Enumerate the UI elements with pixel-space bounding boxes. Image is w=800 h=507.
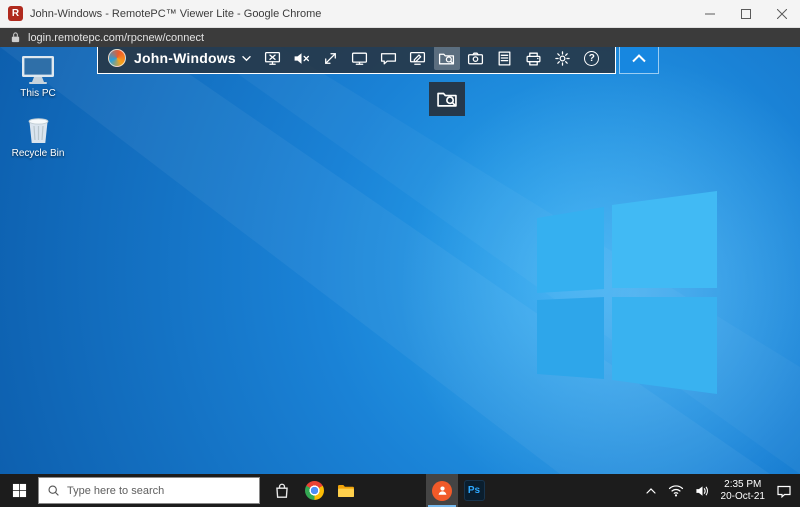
start-button[interactable] — [0, 474, 38, 507]
taskbar: Ps 2:35 PM 20-Oct-21 — [0, 474, 800, 507]
clock-time: 2:35 PM — [721, 479, 765, 491]
session-notes-button[interactable] — [492, 47, 518, 70]
minimize-icon — [705, 9, 715, 19]
help-button[interactable]: ? — [579, 47, 605, 70]
address-bar[interactable]: login.remotepc.com/rpcnew/connect — [0, 28, 800, 47]
chrome-icon — [305, 481, 324, 500]
screenshot-icon — [467, 50, 484, 67]
toolbar-icon-group: ? — [260, 47, 605, 70]
microsoft-store-icon — [273, 482, 291, 500]
host-name: John-Windows — [134, 50, 236, 66]
wifi-icon — [668, 484, 684, 497]
file-transfer-button[interactable] — [434, 47, 460, 70]
file-explorer-button[interactable] — [330, 474, 362, 507]
gear-icon — [554, 50, 571, 67]
whiteboard-button[interactable] — [405, 47, 431, 70]
window-controls — [692, 0, 800, 27]
action-center-icon — [776, 484, 792, 498]
whiteboard-icon — [409, 50, 426, 67]
scale-display-button[interactable] — [318, 47, 344, 70]
maximize-button[interactable] — [728, 0, 764, 27]
taskbar-app-icons: Ps — [266, 474, 490, 507]
session-notes-icon — [496, 50, 513, 67]
remotepc-logo-icon — [108, 49, 126, 67]
switch-display-button[interactable] — [347, 47, 373, 70]
maximize-icon — [741, 9, 751, 19]
file-transfer-flyout[interactable] — [429, 82, 465, 116]
file-transfer-icon — [438, 50, 455, 67]
mute-audio-button[interactable] — [289, 47, 315, 70]
search-input[interactable] — [67, 485, 251, 497]
clock-date: 20-Oct-21 — [721, 491, 765, 503]
windows-wallpaper — [0, 47, 800, 474]
desktop-icon-label: Recycle Bin — [12, 148, 65, 159]
remotepc-session-button[interactable] — [426, 474, 458, 507]
blank-screen-icon — [264, 50, 281, 67]
scale-display-icon — [322, 50, 339, 67]
system-tray: 2:35 PM 20-Oct-21 — [645, 474, 800, 507]
microsoft-store-button[interactable] — [266, 474, 298, 507]
url-text: login.remotepc.com/rpcnew/connect — [28, 32, 204, 44]
action-center-button[interactable] — [776, 484, 792, 498]
chrome-button[interactable] — [298, 474, 330, 507]
chat-icon — [380, 50, 397, 67]
settings-button[interactable] — [550, 47, 576, 70]
window-title: John-Windows - RemotePC™ Viewer Lite - G… — [30, 8, 321, 20]
browser-titlebar: R John-Windows - RemotePC™ Viewer Lite -… — [0, 0, 800, 28]
recycle-bin-icon — [26, 115, 51, 145]
lock-icon — [10, 31, 21, 44]
volume-button[interactable] — [695, 485, 710, 497]
close-icon — [777, 9, 787, 19]
chevron-up-icon — [630, 52, 648, 64]
blank-screen-button[interactable] — [260, 47, 286, 70]
collapse-toolbar-button[interactable] — [619, 47, 659, 74]
display-icon — [351, 50, 368, 67]
chevron-down-icon — [241, 55, 252, 62]
photoshop-icon: Ps — [464, 480, 485, 501]
close-button[interactable] — [764, 0, 800, 27]
remotepc-session-icon — [432, 481, 452, 501]
remotepc-favicon: R — [8, 6, 23, 21]
file-explorer-icon — [337, 482, 355, 500]
help-icon: ? — [584, 51, 599, 66]
desktop-icon-this-pc[interactable]: This PC — [6, 55, 70, 99]
tray-expand-button[interactable] — [645, 487, 657, 495]
remote-print-button[interactable] — [521, 47, 547, 70]
desktop-icon-list: This PC Recycle Bin — [6, 55, 70, 175]
minimize-button[interactable] — [692, 0, 728, 27]
search-icon — [47, 484, 60, 497]
windows-start-icon — [12, 483, 27, 498]
taskbar-clock[interactable]: 2:35 PM 20-Oct-21 — [721, 479, 765, 502]
desktop-icon-label: This PC — [20, 88, 56, 99]
chat-button[interactable] — [376, 47, 402, 70]
mute-audio-icon — [293, 50, 310, 67]
network-button[interactable] — [668, 484, 684, 497]
chevron-up-icon — [645, 487, 657, 495]
screenshot-button[interactable] — [463, 47, 489, 70]
taskbar-spacer — [362, 474, 426, 507]
remote-print-icon — [525, 50, 542, 67]
remotepc-toolbar: John-Windows — [97, 47, 659, 74]
remotepc-toolbar-main: John-Windows — [97, 47, 616, 74]
remote-desktop-viewport: This PC Recycle Bin John-Windows — [0, 47, 800, 474]
this-pc-icon — [21, 55, 55, 85]
host-name-dropdown[interactable]: John-Windows — [134, 50, 252, 66]
taskbar-search[interactable] — [38, 477, 260, 504]
file-transfer-search-icon — [436, 88, 458, 110]
desktop-icon-recycle-bin[interactable]: Recycle Bin — [6, 115, 70, 159]
speaker-icon — [695, 485, 710, 497]
photoshop-button[interactable]: Ps — [458, 474, 490, 507]
